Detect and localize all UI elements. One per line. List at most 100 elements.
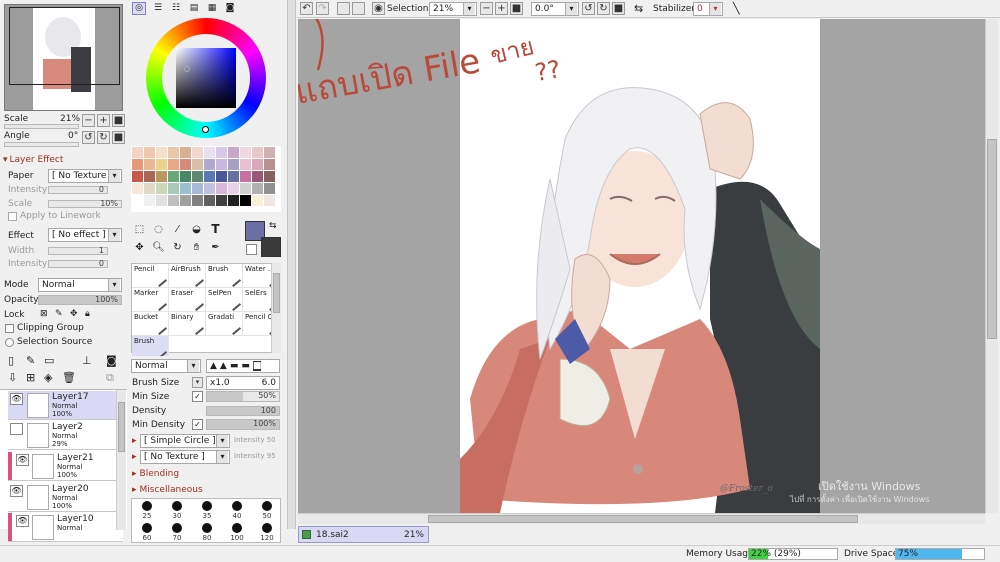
visibility-eye-icon[interactable] [10, 423, 23, 435]
color-swatch[interactable] [204, 183, 215, 194]
layer-mask-icon[interactable]: ◙ [106, 354, 117, 367]
transfer-down-icon[interactable]: ⇩ [8, 371, 17, 384]
brush-size-multiplier-button[interactable]: ▾ [192, 377, 203, 388]
color-swatch[interactable] [156, 147, 167, 158]
color-swatch[interactable] [132, 147, 143, 158]
visibility-eye-icon[interactable]: 👁︎ [16, 515, 29, 527]
tool-item[interactable]: Binary [169, 312, 206, 336]
toolbar-rotate-reset-button[interactable]: ■ [612, 2, 625, 15]
clear-layer-icon[interactable]: ◈ [44, 371, 52, 384]
panel-divider[interactable] [287, 0, 296, 529]
color-swatch[interactable] [144, 171, 155, 182]
visibility-eye-icon[interactable]: 👁︎ [10, 485, 23, 497]
brush-texture-select[interactable]: [ No Texture ] [140, 450, 230, 464]
swatch-mode-icon[interactable]: ▦ [205, 2, 219, 15]
color-swatch[interactable] [204, 147, 215, 158]
layer-item[interactable]: 👁︎ Layer10 Normal [8, 513, 123, 542]
paper-scale-slider[interactable]: 10% [48, 199, 122, 208]
color-swatch[interactable] [264, 171, 275, 182]
color-swatch[interactable] [264, 159, 275, 170]
color-swatch[interactable] [192, 195, 203, 206]
angle-select[interactable]: 0.0° [531, 2, 579, 16]
rotate-tool-icon[interactable]: ↻ [170, 242, 185, 253]
color-swatch[interactable] [180, 183, 191, 194]
zoom-reset-button[interactable]: ■ [112, 114, 125, 127]
color-swatch[interactable] [240, 159, 251, 170]
expand-arrow-icon[interactable]: ▸ [132, 469, 137, 479]
zoom-in-button[interactable]: + [97, 114, 110, 127]
brush-size-preset[interactable]: 40 [222, 499, 252, 521]
redo-button[interactable]: ↷ [316, 2, 329, 15]
color-swatch[interactable] [168, 171, 179, 182]
color-swatch[interactable] [240, 171, 251, 182]
color-swatch[interactable] [180, 159, 191, 170]
selection-source-radio[interactable] [5, 337, 14, 347]
brush-edge-hard-icon[interactable]: ▲ [210, 361, 217, 371]
brush-size-preset[interactable]: 25 [132, 499, 162, 521]
color-swatch[interactable] [264, 147, 275, 158]
color-pick-select-icon[interactable]: ◒ [189, 224, 204, 235]
tool-item[interactable]: Pencil [132, 264, 169, 288]
scratchpad-mode-icon[interactable]: ◙ [223, 2, 237, 15]
effect-intensity-slider[interactable]: 0 [48, 259, 108, 268]
mixer-mode-icon[interactable]: ▤ [187, 2, 201, 15]
hsv-slider-mode-icon[interactable]: ☷ [169, 2, 183, 15]
toolbar-rotate-left-button[interactable]: ↺ [582, 2, 595, 15]
min-density-slider[interactable]: 100% [206, 419, 280, 430]
color-swatch[interactable] [252, 183, 263, 194]
brush-size-field[interactable]: x1.0 6.0 [206, 376, 280, 390]
color-swatch[interactable] [168, 147, 179, 158]
tool-item[interactable]: Gradati [206, 312, 243, 336]
canvas-vertical-scrollbar[interactable] [985, 19, 998, 513]
toolbar-zoom-in-button[interactable]: + [495, 2, 508, 15]
tool-item[interactable]: AirBrush [169, 264, 206, 288]
brush-size-preset[interactable]: 120 [252, 521, 282, 543]
layer-item[interactable]: 👁︎ Layer20 Normal 100% [8, 483, 123, 512]
tool-item[interactable]: Eraser [169, 288, 206, 312]
color-swatch[interactable] [252, 171, 263, 182]
navigator-view-rect[interactable] [9, 7, 120, 85]
canvas-horizontal-scrollbar[interactable] [298, 513, 985, 524]
nav-scale-slider[interactable] [4, 124, 79, 129]
new-linework-layer-icon[interactable]: ✎ [26, 354, 35, 367]
tool-item[interactable]: Brush [206, 264, 243, 288]
miscellaneous-header[interactable]: Miscellaneous [140, 485, 203, 495]
undo-button[interactable]: ↶ [300, 2, 313, 15]
expand-arrow-icon[interactable]: ▸ [132, 452, 137, 462]
move-tool-icon[interactable]: ✥ [132, 242, 147, 253]
magic-wand-icon[interactable]: ⁄ [170, 224, 185, 235]
color-swatch[interactable] [192, 159, 203, 170]
brush-edge-medium-icon[interactable]: ▲ [220, 361, 227, 371]
color-swatch[interactable] [216, 147, 227, 158]
color-swatch[interactable] [192, 171, 203, 182]
lock-all-icon[interactable]: 🔒︎ [85, 309, 90, 319]
color-swatch[interactable] [240, 195, 251, 206]
hand-tool-icon[interactable]: ✋︎ [189, 242, 204, 253]
deselect-button[interactable] [337, 2, 350, 15]
color-swatch[interactable] [168, 183, 179, 194]
color-swatch[interactable] [228, 171, 239, 182]
color-swatch[interactable] [180, 171, 191, 182]
color-swatch[interactable] [156, 159, 167, 170]
selection-visibility-icon[interactable]: ◉ [372, 2, 385, 15]
color-swatch[interactable] [180, 147, 191, 158]
toolbar-zoom-reset-button[interactable]: ■ [510, 2, 523, 15]
swatch-grid[interactable] [131, 146, 281, 212]
color-swatch[interactable] [144, 147, 155, 158]
layers-scrollbar[interactable] [116, 390, 126, 530]
tool-item[interactable]: Bucket [132, 312, 169, 336]
color-swatch[interactable] [156, 171, 167, 182]
nav-angle-slider[interactable] [4, 142, 79, 147]
color-swatch[interactable] [204, 171, 215, 182]
color-swatch[interactable] [264, 195, 275, 206]
lasso-select-icon[interactable]: ◌ [151, 224, 166, 235]
brush-size-preset[interactable]: 60 [132, 521, 162, 543]
straight-line-icon[interactable]: ╲ [733, 2, 740, 15]
apply-linework-checkbox[interactable] [8, 211, 17, 221]
brush-blend-select[interactable]: Normal [131, 359, 201, 373]
color-swatch[interactable] [252, 147, 263, 158]
visibility-eye-icon[interactable]: 👁︎ [10, 393, 23, 405]
rect-select-icon[interactable]: ⬚ [132, 224, 147, 235]
lock-paint-icon[interactable]: ✎ [55, 309, 63, 319]
brush-size-preset[interactable]: 80 [192, 521, 222, 543]
